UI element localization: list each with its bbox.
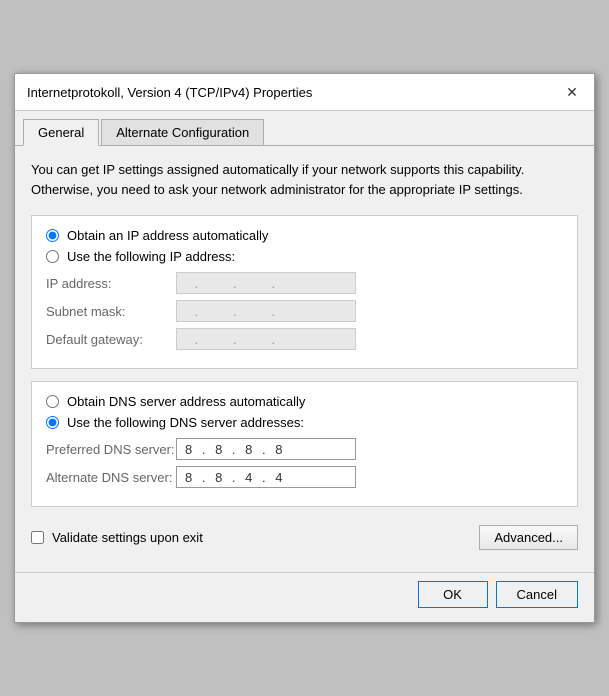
tab-bar: General Alternate Configuration — [15, 111, 594, 146]
ip-address-row: IP address: — [46, 272, 563, 294]
ip-address-input[interactable] — [176, 272, 356, 294]
subnet-mask-label: Subnet mask: — [46, 304, 176, 319]
ip-auto-label[interactable]: Obtain an IP address automatically — [46, 228, 563, 243]
ip-auto-radio[interactable] — [46, 229, 59, 242]
dns-auto-label[interactable]: Obtain DNS server address automatically — [46, 394, 563, 409]
subnet-mask-row: Subnet mask: — [46, 300, 563, 322]
advanced-button[interactable]: Advanced... — [479, 525, 578, 550]
dns-manual-radio[interactable] — [46, 416, 59, 429]
gateway-input[interactable] — [176, 328, 356, 350]
close-button[interactable]: ✕ — [562, 82, 582, 102]
validate-checkbox-label[interactable]: Validate settings upon exit — [31, 530, 203, 545]
ip-section: Obtain an IP address automatically Use t… — [31, 215, 578, 369]
dns-auto-group: Obtain DNS server address automatically … — [46, 394, 563, 430]
preferred-dns-row: Preferred DNS server: — [46, 438, 563, 460]
ip-fields: IP address: Subnet mask: Default gateway… — [46, 272, 563, 350]
dns-section: Obtain DNS server address automatically … — [31, 381, 578, 507]
ip-address-label: IP address: — [46, 276, 176, 291]
dns-auto-radio[interactable] — [46, 395, 59, 408]
bottom-row: Validate settings upon exit Advanced... — [31, 521, 578, 560]
alternate-dns-row: Alternate DNS server: — [46, 466, 563, 488]
window-title: Internetprotokoll, Version 4 (TCP/IPv4) … — [27, 85, 312, 100]
dns-manual-label[interactable]: Use the following DNS server addresses: — [46, 415, 563, 430]
validate-checkbox[interactable] — [31, 531, 44, 544]
dialog-buttons: OK Cancel — [15, 572, 594, 622]
subnet-mask-input[interactable] — [176, 300, 356, 322]
preferred-dns-input[interactable] — [176, 438, 356, 460]
main-content: You can get IP settings assigned automat… — [15, 146, 594, 572]
title-bar: Internetprotokoll, Version 4 (TCP/IPv4) … — [15, 74, 594, 111]
alternate-dns-input[interactable] — [176, 466, 356, 488]
tab-general[interactable]: General — [23, 119, 99, 146]
ok-button[interactable]: OK — [418, 581, 488, 608]
ip-manual-label[interactable]: Use the following IP address: — [46, 249, 563, 264]
cancel-button[interactable]: Cancel — [496, 581, 578, 608]
alternate-dns-label: Alternate DNS server: — [46, 470, 176, 485]
dns-fields: Preferred DNS server: Alternate DNS serv… — [46, 438, 563, 488]
ip-manual-radio[interactable] — [46, 250, 59, 263]
gateway-row: Default gateway: — [46, 328, 563, 350]
description-text: You can get IP settings assigned automat… — [31, 160, 578, 199]
ip-auto-group: Obtain an IP address automatically Use t… — [46, 228, 563, 264]
gateway-label: Default gateway: — [46, 332, 176, 347]
preferred-dns-label: Preferred DNS server: — [46, 442, 176, 457]
tab-alternate-configuration[interactable]: Alternate Configuration — [101, 119, 264, 145]
dialog-window: Internetprotokoll, Version 4 (TCP/IPv4) … — [14, 73, 595, 623]
